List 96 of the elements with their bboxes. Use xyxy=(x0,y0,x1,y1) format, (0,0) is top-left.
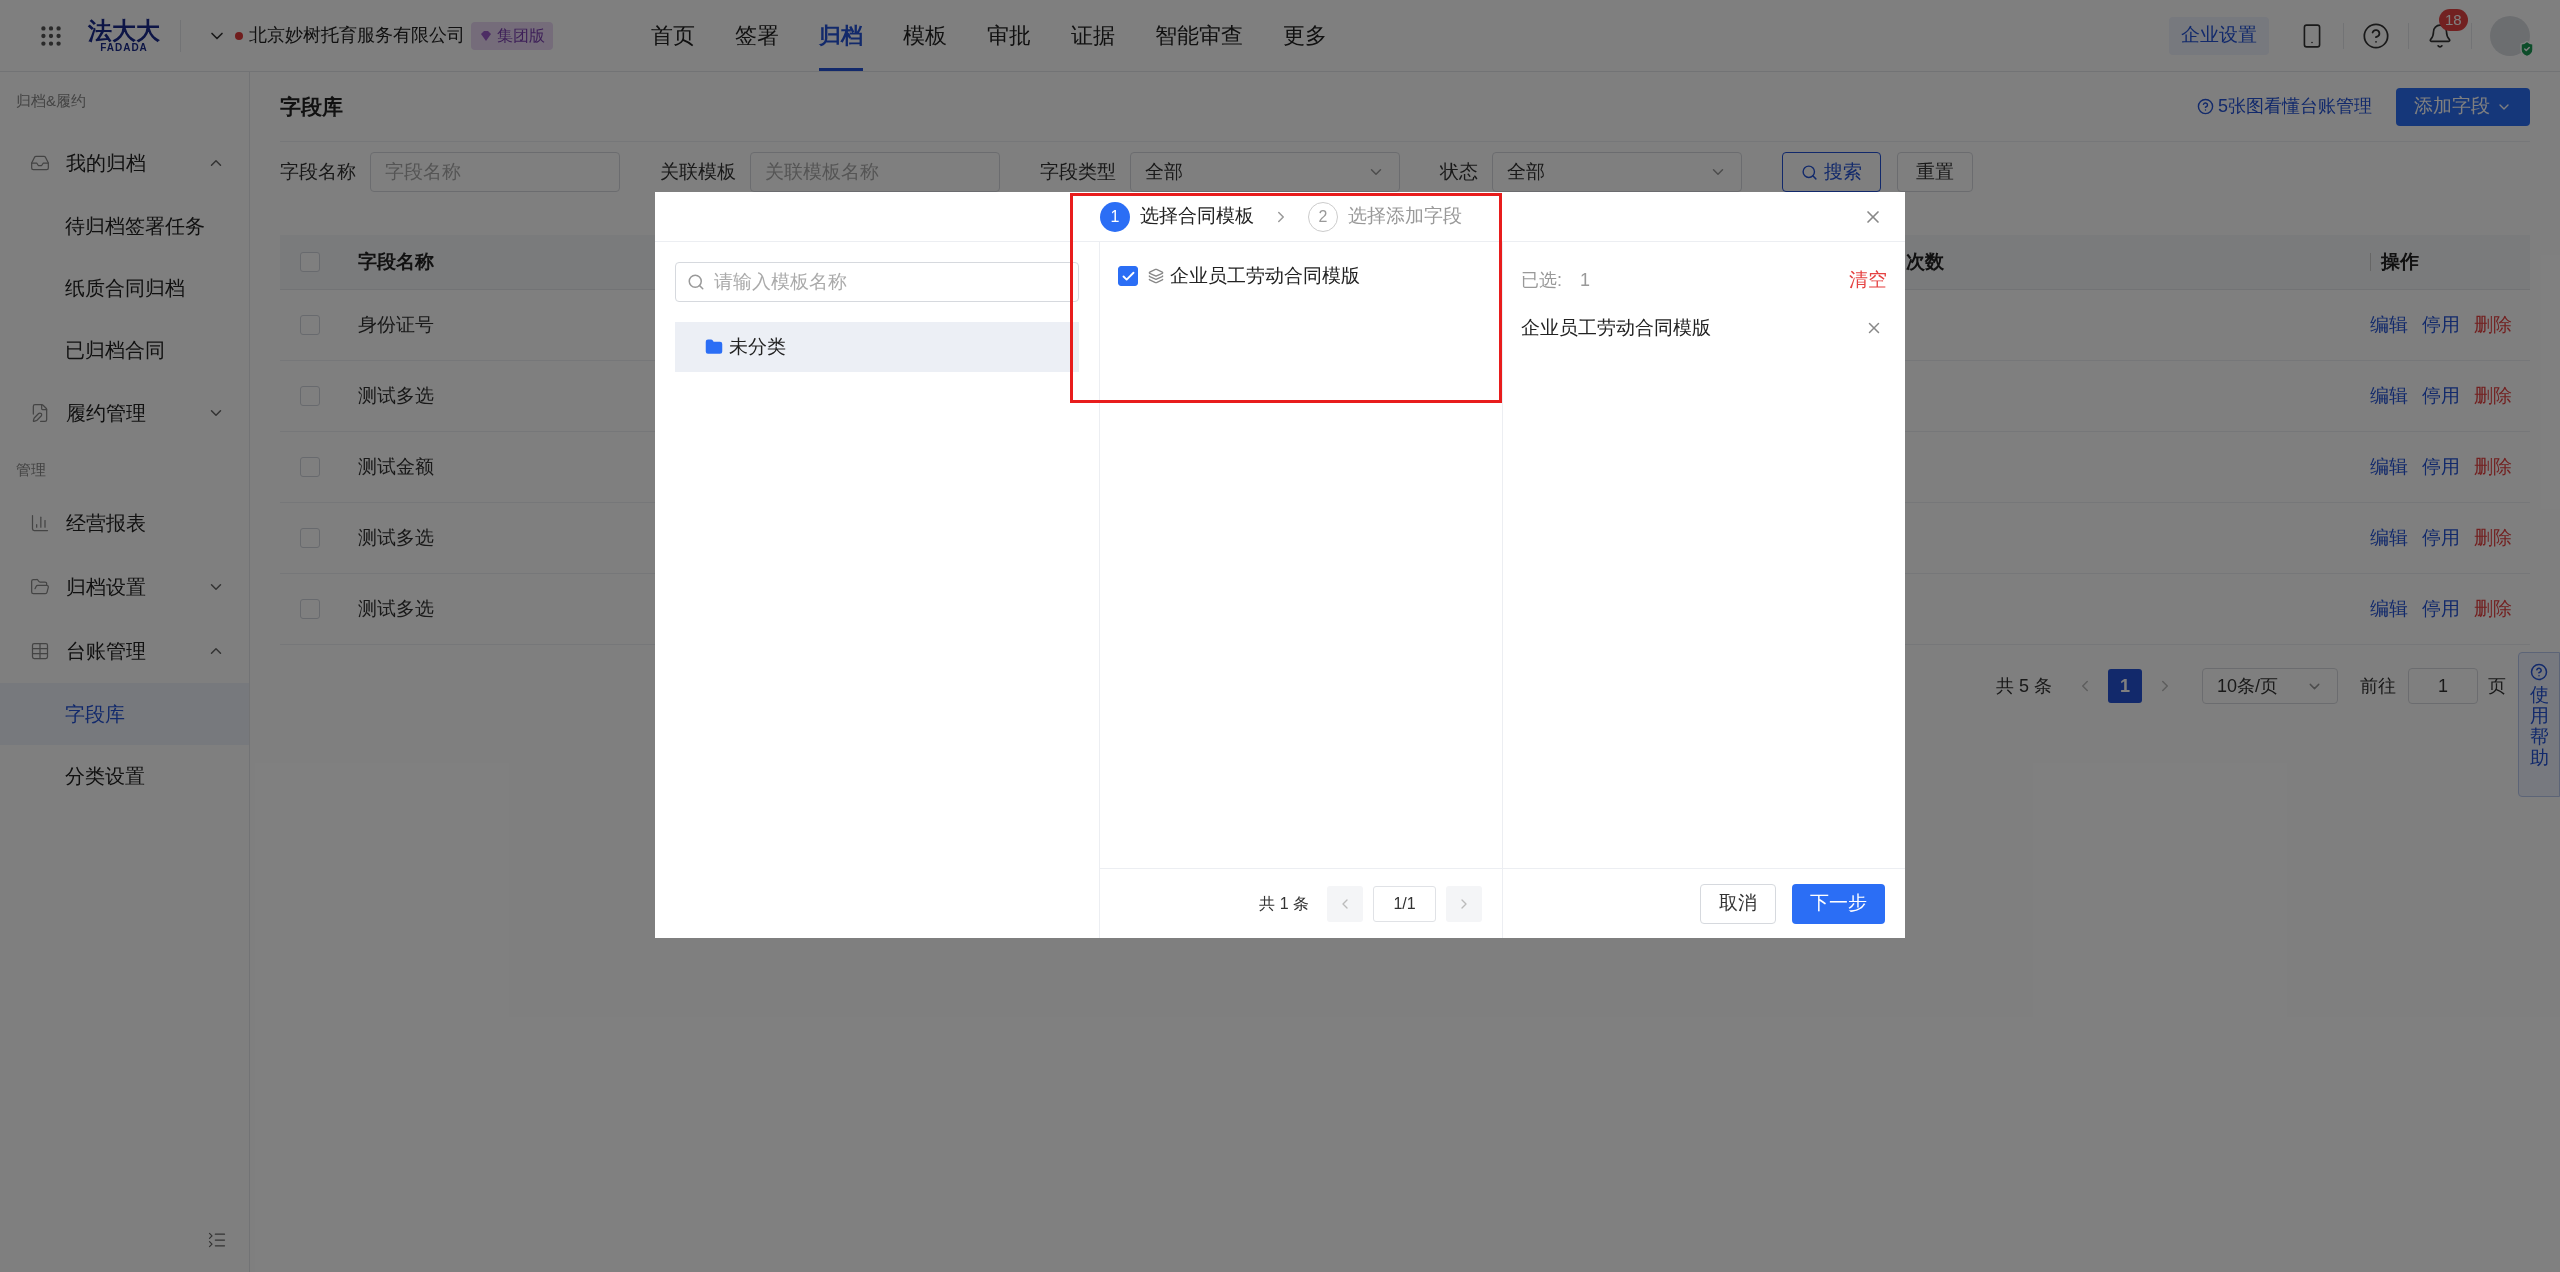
table-cell-text: 身份证号 xyxy=(358,312,434,337)
next-button[interactable]: 下一步 xyxy=(1792,883,1885,924)
logo-subtext: FADADA xyxy=(100,42,148,53)
table-cell-text: 测试多选 xyxy=(358,383,434,408)
filter-select[interactable]: 全部 xyxy=(1130,152,1400,192)
action-link[interactable]: 停用 xyxy=(2422,594,2460,624)
selected-count: 1 xyxy=(1580,268,1591,292)
sidebar-item[interactable]: 台账管理 xyxy=(0,619,249,683)
action-link[interactable]: 编辑 xyxy=(2370,594,2408,624)
add-field-button[interactable]: 添加字段 xyxy=(2396,87,2530,126)
search-icon xyxy=(687,273,705,291)
action-link[interactable]: 停用 xyxy=(2422,523,2460,553)
action-link[interactable]: 编辑 xyxy=(2370,381,2408,411)
sidebar-item[interactable]: 归档设置 xyxy=(0,555,249,619)
sidebar-subitem[interactable]: 字段库 xyxy=(0,683,249,745)
page-button[interactable]: 1 xyxy=(2108,669,2142,703)
filter-label: 字段名称 xyxy=(280,159,356,184)
selected-label: 已选: xyxy=(1521,268,1562,292)
delete-link[interactable]: 删除 xyxy=(2474,594,2512,624)
page-size-select[interactable]: 10条/页 xyxy=(2202,668,2338,704)
action-link[interactable]: 编辑 xyxy=(2370,310,2408,340)
cancel-button[interactable]: 取消 xyxy=(1700,883,1776,924)
avatar[interactable] xyxy=(2490,15,2530,56)
template-search-field[interactable]: 请输入模板名称 xyxy=(675,262,1079,302)
page-title: 字段库 xyxy=(280,93,343,120)
sidebar-subitem[interactable]: 纸质合同归档 xyxy=(0,256,249,319)
step-number: 1 xyxy=(1100,201,1130,232)
nav-tab[interactable]: 审批 xyxy=(987,0,1031,71)
folder-icon xyxy=(705,338,723,356)
menu-icon xyxy=(30,402,50,423)
column-header: 字段名称 xyxy=(358,249,434,274)
action-link[interactable]: 编辑 xyxy=(2370,452,2408,482)
search-button[interactable]: 搜索 xyxy=(1782,152,1881,192)
delete-link[interactable]: 删除 xyxy=(2474,381,2512,411)
search-icon xyxy=(1801,163,1818,181)
sidebar-item[interactable]: 经营报表 xyxy=(0,491,249,555)
action-link[interactable]: 停用 xyxy=(2422,381,2460,411)
sidebar-item[interactable]: 我的归档 xyxy=(0,130,249,195)
menu-icon xyxy=(30,641,50,661)
column-header: 操作 xyxy=(2381,249,2419,274)
table-cell-text: 测试多选 xyxy=(358,525,434,550)
help-icon[interactable] xyxy=(2362,21,2390,50)
nav-tab[interactable]: 更多 xyxy=(1283,0,1327,71)
collapse-icon[interactable] xyxy=(207,1230,227,1250)
edition-badge: 集团版 xyxy=(471,21,553,50)
template-name[interactable]: 企业员工劳动合同模版 xyxy=(1170,261,1360,291)
delete-link[interactable]: 删除 xyxy=(2474,452,2512,482)
section-title: 管理 xyxy=(15,459,47,480)
notification-badge: 18 xyxy=(2439,8,2468,31)
delete-link[interactable]: 删除 xyxy=(2474,523,2512,553)
goto-suffix: 页 xyxy=(2488,674,2506,698)
nav-tab[interactable]: 签署 xyxy=(735,0,779,71)
menu-icon xyxy=(30,513,50,533)
shield-check-icon xyxy=(2518,39,2536,58)
help-icon xyxy=(2530,663,2548,681)
filter-label: 关联模板 xyxy=(660,159,736,184)
action-link[interactable]: 停用 xyxy=(2422,452,2460,482)
category-item[interactable]: 未分类 xyxy=(675,322,1079,372)
sidebar-subitem[interactable]: 分类设置 xyxy=(0,745,249,807)
help-icon xyxy=(2197,98,2214,115)
table-cell-text: 测试多选 xyxy=(358,596,434,621)
nav-tab[interactable]: 智能审查 xyxy=(1155,0,1243,71)
goto-input[interactable]: 1 xyxy=(2408,668,2478,704)
filter-label: 字段类型 xyxy=(1040,159,1116,184)
delete-link[interactable]: 删除 xyxy=(2474,310,2512,340)
goto-label: 前往 xyxy=(2360,674,2396,698)
layers-icon xyxy=(1148,268,1164,284)
settings-button[interactable]: 企业设置 xyxy=(2169,16,2269,55)
total-count: 共 5 条 xyxy=(1996,674,2052,698)
sidebar-item[interactable]: 履约管理 xyxy=(0,380,249,445)
logo-text: 法大大 xyxy=(88,18,160,43)
menu-icon xyxy=(30,577,50,597)
sidebar-subitem[interactable]: 已归档合同 xyxy=(0,318,249,381)
section-title: 归档&履约 xyxy=(15,91,87,111)
help-link[interactable]: 5张图看懂台账管理 xyxy=(2197,93,2372,120)
clear-link[interactable]: 清空 xyxy=(1849,265,1887,295)
filter-select[interactable]: 全部 xyxy=(1492,152,1742,192)
nav-tab[interactable]: 证据 xyxy=(1071,0,1115,71)
page-indicator: 1/1 xyxy=(1373,885,1436,922)
total-count: 共 1 条 xyxy=(1259,893,1309,914)
action-link[interactable]: 编辑 xyxy=(2370,523,2408,553)
action-link[interactable]: 停用 xyxy=(2422,310,2460,340)
column-header: 次数 xyxy=(1906,249,1944,274)
filter-label: 状态 xyxy=(1440,159,1478,184)
template-checkbox[interactable] xyxy=(1118,266,1138,286)
step-label: 选择合同模板 xyxy=(1140,204,1254,229)
company-name[interactable]: 北京妙树托育服务有限公司 xyxy=(249,22,465,49)
gem-icon xyxy=(479,28,493,43)
nav-tab[interactable]: 首页 xyxy=(651,0,695,71)
step-label: 选择添加字段 xyxy=(1348,204,1462,229)
reset-button[interactable]: 重置 xyxy=(1897,152,1973,192)
selected-item: 企业员工劳动合同模版 xyxy=(1521,315,1711,340)
help-tab[interactable]: 使用帮助 xyxy=(2518,652,2560,797)
nav-tab[interactable]: 模板 xyxy=(903,0,947,71)
sidebar-subitem[interactable]: 待归档签署任务 xyxy=(0,194,249,257)
table-cell-text: 测试金额 xyxy=(358,454,434,479)
